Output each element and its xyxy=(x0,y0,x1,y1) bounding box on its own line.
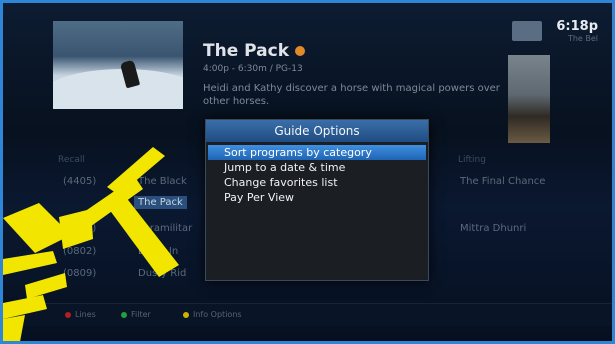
program-cell-selected[interactable]: The Pack xyxy=(134,196,187,209)
program-cell[interactable]: Daisy In xyxy=(138,246,178,257)
red-button-icon xyxy=(65,311,71,318)
legend-item-info-options[interactable]: Info Options xyxy=(183,310,242,319)
menu-item-pay-per-view[interactable]: Pay Per View xyxy=(208,190,426,205)
rating-icon xyxy=(295,46,306,56)
channel-number: (0809) xyxy=(63,268,97,279)
program-poster xyxy=(508,55,550,143)
clock-channel: The Bel xyxy=(567,34,598,43)
program-title-row: The Pack xyxy=(203,41,503,61)
menu-item-sort-programs[interactable]: Sort programs by category xyxy=(208,145,426,160)
channel-number: (0988) xyxy=(63,223,97,234)
clock: 6:18p The Bel xyxy=(512,19,598,43)
tv-guide-screen: The Pack 4:00p - 6:30m / PG-13 Heidi and… xyxy=(0,0,615,344)
yellow-button-icon xyxy=(183,311,189,318)
program-info: The Pack 4:00p - 6:30m / PG-13 Heidi and… xyxy=(203,41,503,108)
program-title: The Pack xyxy=(203,41,290,61)
thumbnail-snow-hill xyxy=(53,69,183,109)
program-cell-right[interactable]: The Final Chance xyxy=(460,176,545,187)
channel-logo-icon xyxy=(512,21,543,41)
legend-item-filter[interactable]: Filter xyxy=(121,310,151,319)
clock-time: 6:18p xyxy=(556,19,598,34)
channel-number: (0802) xyxy=(63,246,97,257)
legend-label: Filter xyxy=(131,310,151,319)
program-cell[interactable]: The Black xyxy=(138,176,187,187)
guide-options-dialog: Guide Options Sort programs by category … xyxy=(205,119,429,281)
program-cell[interactable]: Dusty Rid xyxy=(138,268,186,279)
program-cell[interactable]: Paramilitar xyxy=(138,223,192,234)
grid-header-right: Lifting xyxy=(458,155,486,165)
menu-item-change-favorites[interactable]: Change favorites list xyxy=(208,175,426,190)
program-description: Heidi and Kathy discover a horse with ma… xyxy=(203,83,500,107)
grid-header-left: Recall xyxy=(58,155,85,165)
legend-label: Info Options xyxy=(193,310,242,319)
menu-item-jump-date-time[interactable]: Jump to a date & time xyxy=(208,160,426,175)
dialog-title: Guide Options xyxy=(206,120,428,142)
legend-item-lines[interactable]: Lines xyxy=(65,310,96,319)
program-meta: 4:00p - 6:30m / PG-13 xyxy=(203,64,303,74)
program-cell-right[interactable]: Mittra Dhunri xyxy=(460,223,526,234)
legend-label: Lines xyxy=(75,310,96,319)
green-button-icon xyxy=(121,311,127,318)
program-thumbnail xyxy=(53,21,183,109)
channel-number: (4405) xyxy=(63,176,97,187)
